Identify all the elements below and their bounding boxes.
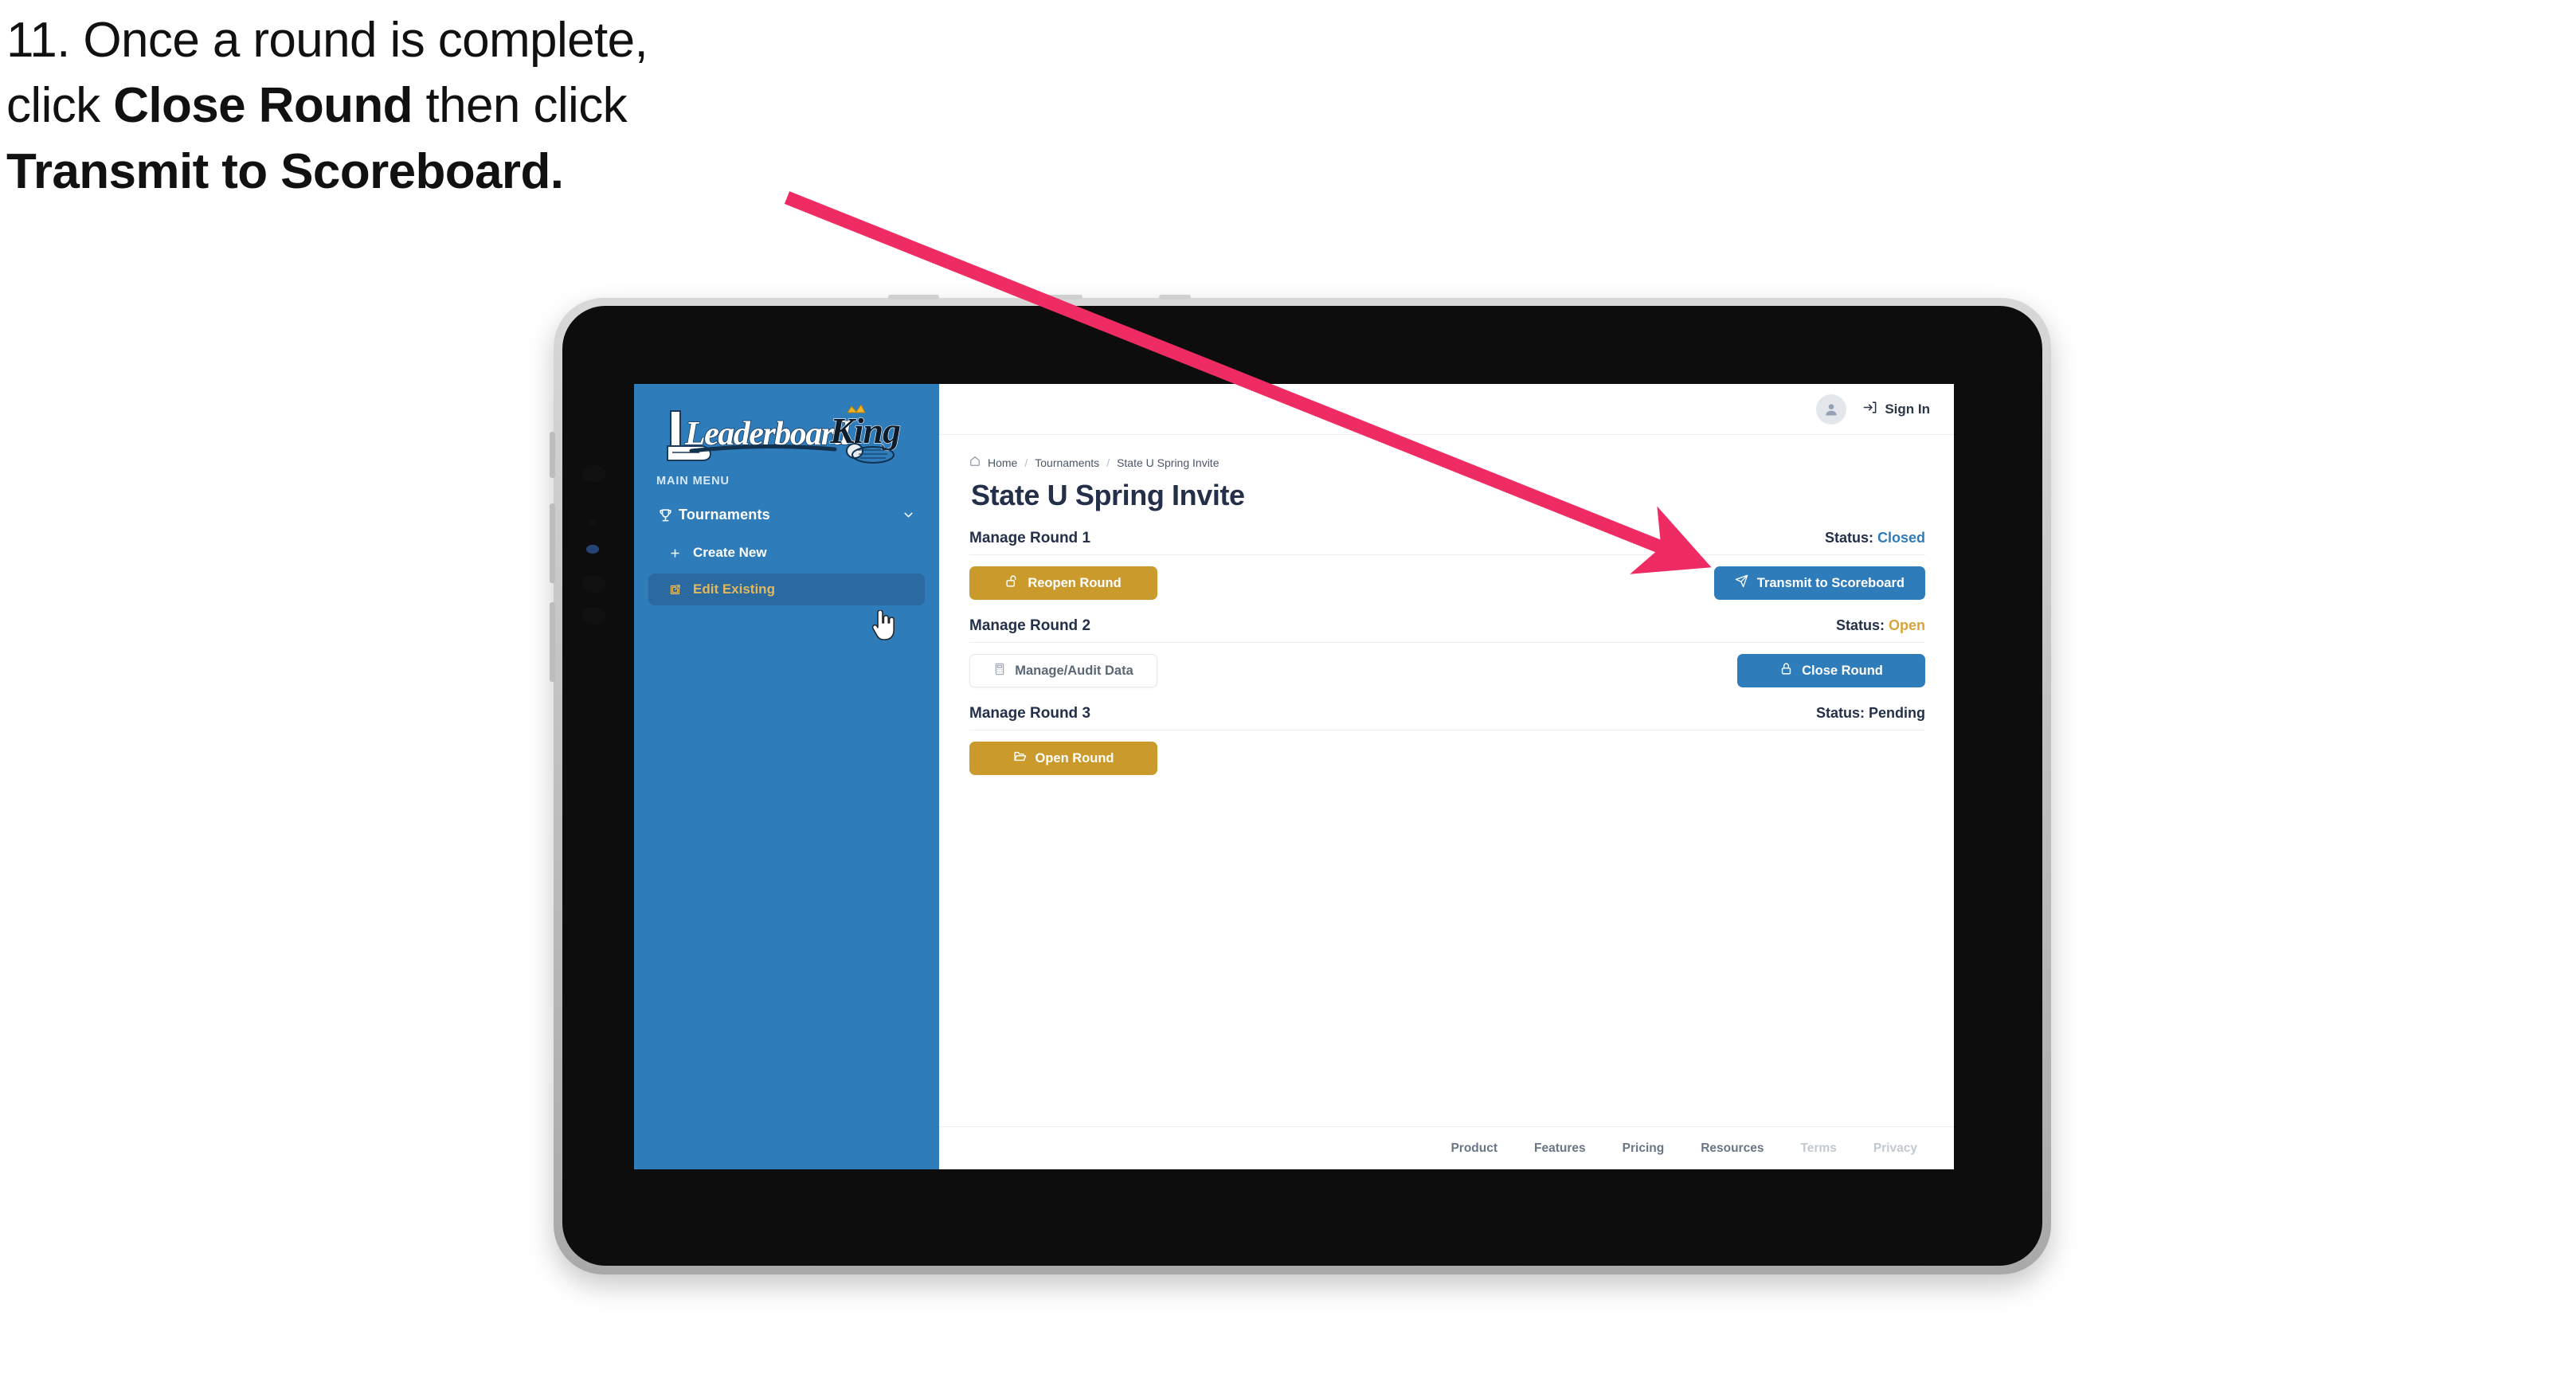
status-value: Open bbox=[1888, 617, 1925, 633]
round-header: Manage Round 3 Status: Pending bbox=[969, 705, 1925, 722]
footer-link-product[interactable]: Product bbox=[1450, 1141, 1497, 1156]
round-name: Manage Round 1 bbox=[969, 530, 1091, 546]
button-label: Reopen Round bbox=[1028, 575, 1122, 590]
button-label: Transmit to Scoreboard bbox=[1756, 575, 1905, 590]
instruction-line-2-pre: click bbox=[6, 78, 114, 134]
round-section-2: Manage Round 2 Status: Open Manage/Audit… bbox=[969, 617, 1925, 687]
instruction-caption: 11. Once a round is complete, click Clos… bbox=[6, 8, 922, 205]
open-folder-icon bbox=[1013, 750, 1027, 767]
round-section-3: Manage Round 3 Status: Pending Open Roun… bbox=[969, 705, 1925, 775]
status-label: Status: bbox=[1815, 705, 1865, 721]
top-bar: Sign In bbox=[939, 384, 1954, 435]
calculator-icon bbox=[993, 663, 1006, 679]
open-round-button[interactable]: Open Round bbox=[969, 742, 1157, 775]
round-name: Manage Round 2 bbox=[969, 617, 1091, 634]
chevron-down-icon[interactable] bbox=[902, 508, 915, 522]
breadcrumb-item-home[interactable]: Home bbox=[988, 456, 1017, 469]
sign-in-button[interactable]: Sign In bbox=[1862, 400, 1930, 419]
instruction-line-2-post: then click bbox=[412, 78, 628, 134]
footer-link-pricing[interactable]: Pricing bbox=[1623, 1141, 1665, 1156]
transmit-to-scoreboard-button[interactable]: Transmit to Scoreboard bbox=[1713, 566, 1925, 600]
sidebar-item-create-new[interactable]: Create New bbox=[648, 537, 925, 569]
unlock-icon bbox=[1005, 574, 1019, 592]
trophy-icon bbox=[658, 507, 679, 523]
status-badge: Status: Pending bbox=[1816, 705, 1925, 722]
lock-icon bbox=[1779, 662, 1793, 679]
paper-plane-icon bbox=[1735, 574, 1748, 592]
footer: Product Features Pricing Resources Terms… bbox=[939, 1126, 1954, 1169]
plus-icon bbox=[669, 547, 693, 559]
status-badge: Status: Closed bbox=[1825, 530, 1925, 546]
sign-in-label: Sign In bbox=[1885, 401, 1930, 417]
round-actions: Reopen Round Transmit to Scoreboard bbox=[969, 566, 1925, 600]
tablet-side-button-1 bbox=[550, 432, 555, 478]
round-header: Manage Round 1 Status: Closed bbox=[969, 530, 1925, 547]
manage-audit-data-button[interactable]: Manage/Audit Data bbox=[969, 654, 1157, 687]
instruction-line-3-bold: Transmit to Scoreboard. bbox=[6, 143, 564, 199]
footer-link-features[interactable]: Features bbox=[1534, 1141, 1586, 1156]
tablet-sensor-dot-2 bbox=[589, 519, 597, 525]
tablet-top-button-1 bbox=[888, 295, 939, 300]
round-name: Manage Round 3 bbox=[969, 705, 1091, 722]
footer-link-privacy[interactable]: Privacy bbox=[1873, 1141, 1917, 1156]
sidebar-item-label: Tournaments bbox=[679, 506, 770, 523]
divider bbox=[969, 554, 1925, 555]
breadcrumb-separator: / bbox=[1024, 456, 1028, 469]
status-badge: Status: Open bbox=[1836, 617, 1925, 634]
svg-text:King: King bbox=[829, 410, 900, 451]
breadcrumb-item-tournaments[interactable]: Tournaments bbox=[1035, 456, 1099, 469]
instruction-line-1: 11. Once a round is complete, bbox=[6, 13, 648, 68]
status-label: Status: bbox=[1835, 617, 1885, 633]
button-label: Manage/Audit Data bbox=[1015, 663, 1133, 678]
instruction-line-2: click Close Round then click bbox=[6, 73, 922, 139]
main-content: Sign In Home / Tournaments / State U Spr… bbox=[939, 384, 1954, 1169]
page-title: State U Spring Invite bbox=[971, 479, 1245, 511]
breadcrumb-item-current: State U Spring Invite bbox=[1117, 456, 1219, 469]
instruction-line-2-bold: Close Round bbox=[113, 78, 413, 134]
sidebar-subitem-label: Edit Existing bbox=[693, 581, 775, 597]
sidebar: Leaderboard King MAIN MENU Tournaments C… bbox=[634, 384, 939, 1169]
tablet-top-button-2 bbox=[1032, 295, 1082, 300]
status-label: Status: bbox=[1824, 530, 1873, 546]
tablet-side-button-2 bbox=[550, 503, 555, 583]
app-screen: Leaderboard King MAIN MENU Tournaments C… bbox=[634, 384, 1954, 1169]
button-label: Close Round bbox=[1802, 663, 1883, 678]
tablet-sensor-dot-1 bbox=[581, 465, 605, 483]
footer-link-resources[interactable]: Resources bbox=[1701, 1141, 1764, 1156]
round-actions: Open Round bbox=[969, 742, 1925, 775]
footer-link-terms[interactable]: Terms bbox=[1800, 1141, 1836, 1156]
button-label: Open Round bbox=[1035, 750, 1114, 765]
divider bbox=[969, 642, 1925, 643]
sidebar-item-tournaments[interactable]: Tournaments bbox=[648, 497, 925, 532]
close-round-button[interactable]: Close Round bbox=[1737, 654, 1925, 687]
leaderboard-king-logo-icon: Leaderboard King bbox=[667, 405, 902, 464]
user-avatar-icon[interactable] bbox=[1816, 393, 1847, 425]
tablet-camera-lens bbox=[586, 545, 599, 554]
reopen-round-button[interactable]: Reopen Round bbox=[969, 566, 1157, 600]
home-icon[interactable] bbox=[969, 456, 981, 469]
status-value: Closed bbox=[1877, 530, 1925, 546]
app-logo[interactable]: Leaderboard King bbox=[634, 384, 939, 464]
status-value: Pending bbox=[1869, 705, 1925, 721]
breadcrumb: Home / Tournaments / State U Spring Invi… bbox=[969, 456, 1925, 469]
tablet-side-button-3 bbox=[550, 602, 555, 682]
tablet-sensor-dot-3 bbox=[581, 575, 605, 593]
round-header: Manage Round 2 Status: Open bbox=[969, 617, 1925, 635]
round-section-1: Manage Round 1 Status: Closed Reopen Rou… bbox=[969, 530, 1925, 600]
page-content: Home / Tournaments / State U Spring Invi… bbox=[939, 435, 1954, 1126]
sidebar-section-label: MAIN MENU bbox=[656, 475, 730, 487]
pencil-square-icon bbox=[669, 584, 693, 596]
instruction-line-3: Transmit to Scoreboard. bbox=[6, 139, 922, 205]
breadcrumb-separator: / bbox=[1106, 456, 1110, 469]
login-arrow-icon bbox=[1862, 400, 1877, 419]
sidebar-subitem-label: Create New bbox=[693, 545, 767, 560]
sidebar-item-edit-existing[interactable]: Edit Existing bbox=[648, 574, 925, 605]
round-actions: Manage/Audit Data Close Round bbox=[969, 654, 1925, 687]
tablet-sensor-dot-4 bbox=[581, 607, 605, 624]
tablet-top-button-3 bbox=[1159, 295, 1191, 300]
